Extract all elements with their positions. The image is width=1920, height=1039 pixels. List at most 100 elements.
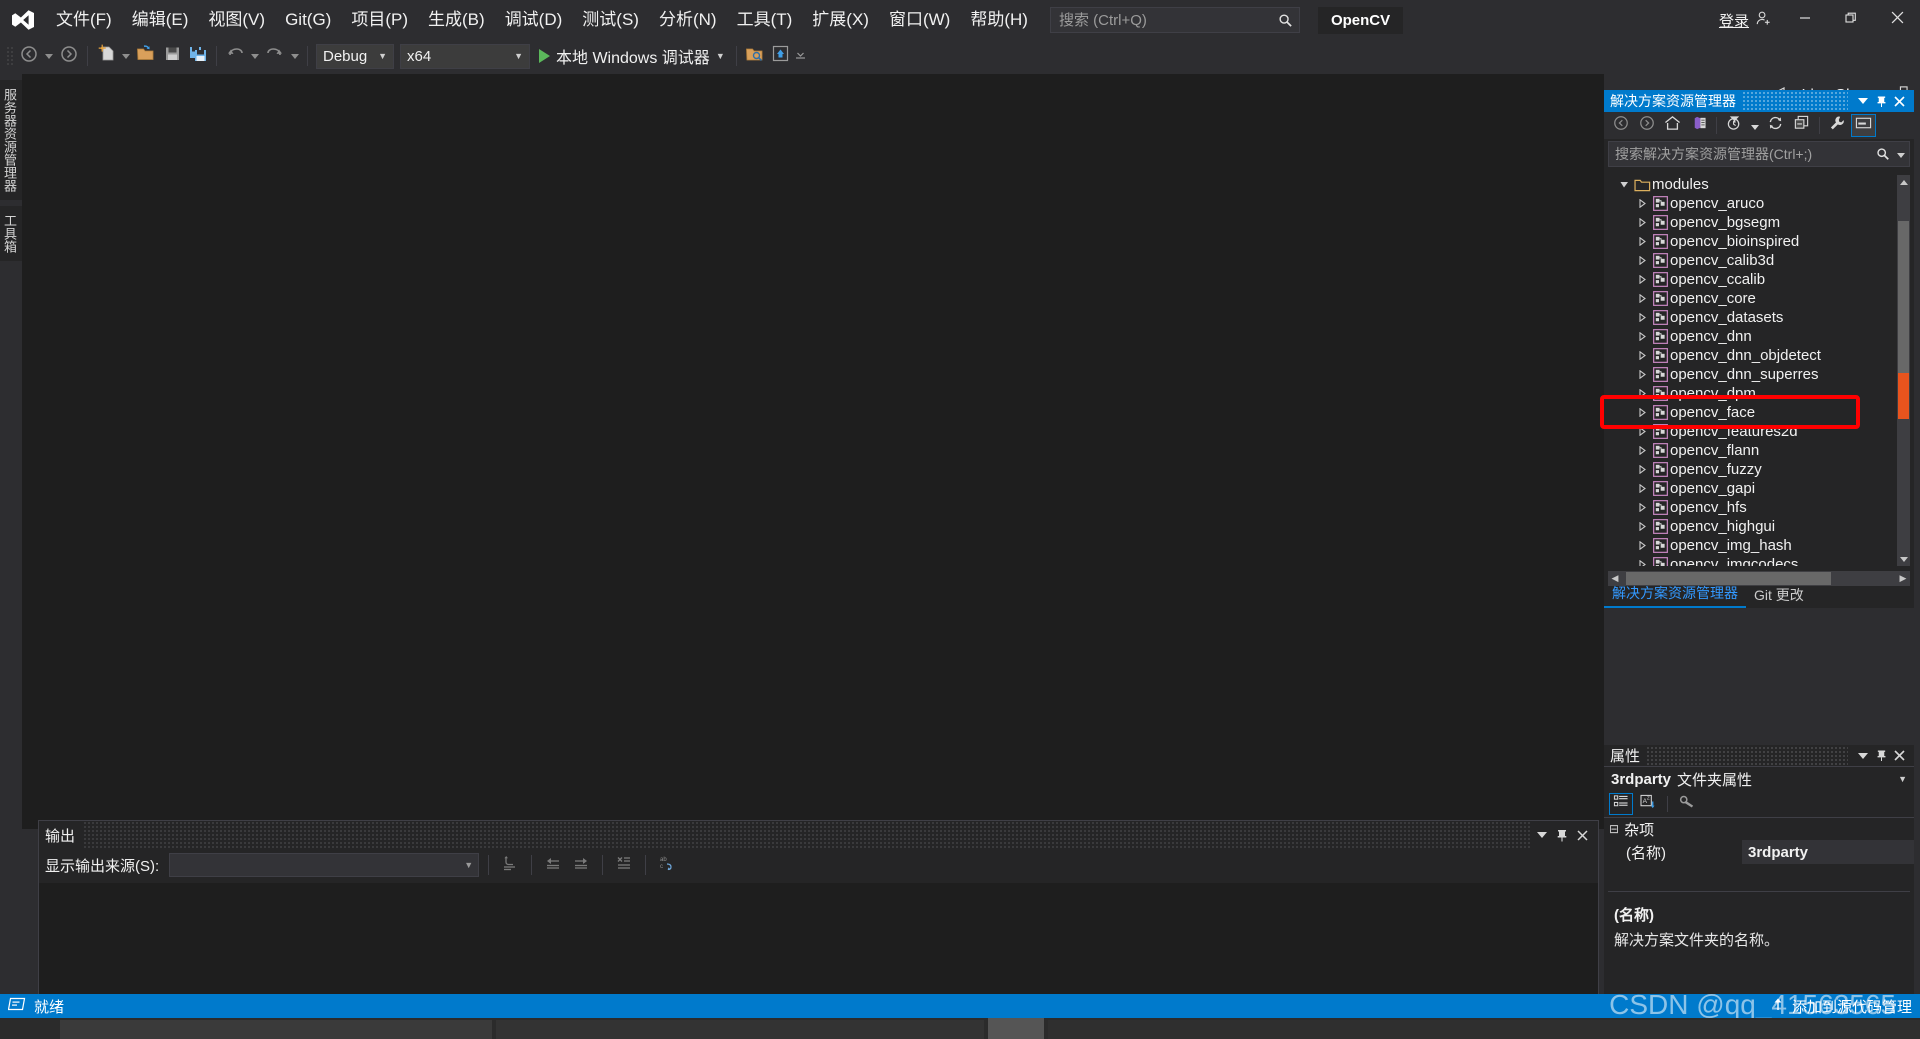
- tab-git-changes[interactable]: Git 更改: [1746, 583, 1812, 608]
- chevron-right-icon[interactable]: [1634, 484, 1650, 493]
- chevron-right-icon[interactable]: [1634, 560, 1650, 566]
- find-in-folder-button[interactable]: [742, 43, 768, 69]
- tree-item-opencv_img_hash[interactable]: opencv_img_hash: [1608, 536, 1910, 555]
- tree-item-opencv_datasets[interactable]: opencv_datasets: [1608, 308, 1910, 327]
- property-pages-button[interactable]: [1675, 793, 1699, 815]
- chevron-right-icon[interactable]: [1634, 541, 1650, 550]
- navigate-back-dropdown[interactable]: [42, 43, 56, 69]
- solution-platform-combo[interactable]: x64 ▼: [400, 43, 530, 69]
- solution-explorer-search[interactable]: [1608, 141, 1910, 167]
- maximize-button[interactable]: [1828, 0, 1874, 40]
- tree-item-opencv_dnn_objdetect[interactable]: opencv_dnn_objdetect: [1608, 346, 1910, 365]
- sidebar-item-server-explorer[interactable]: 服务器资源管理器: [0, 80, 22, 200]
- save-button[interactable]: [159, 43, 185, 69]
- pending-changes-filter-button[interactable]: [1722, 114, 1747, 137]
- sidebar-item-toolbox[interactable]: 工具箱: [0, 206, 22, 261]
- menu-extensions[interactable]: 扩展(X): [802, 0, 879, 40]
- chevron-right-icon[interactable]: [1634, 503, 1650, 512]
- project-name-chip[interactable]: OpenCV: [1317, 6, 1404, 34]
- menu-test[interactable]: 测试(S): [572, 0, 649, 40]
- minimize-button[interactable]: [1782, 0, 1828, 40]
- save-all-button[interactable]: [185, 43, 211, 69]
- properties-category-row[interactable]: ⊟ 杂项: [1604, 818, 1914, 840]
- chevron-right-icon[interactable]: [1634, 427, 1650, 436]
- tree-item-opencv_highgui[interactable]: opencv_highgui: [1608, 517, 1910, 536]
- tree-item-opencv_aruco[interactable]: opencv_aruco: [1608, 194, 1910, 213]
- tree-item-modules[interactable]: modules: [1608, 175, 1910, 194]
- menu-analyze[interactable]: 分析(N): [649, 0, 727, 40]
- tree-item-opencv_features2d[interactable]: opencv_features2d: [1608, 422, 1910, 441]
- open-file-button[interactable]: [133, 43, 159, 69]
- chevron-right-icon[interactable]: [1634, 522, 1650, 531]
- sign-in-button[interactable]: 登录: [1709, 0, 1782, 40]
- panel-drag-handle[interactable]: [1646, 744, 1848, 767]
- redo-button[interactable]: [262, 43, 288, 69]
- chevron-right-icon[interactable]: [1634, 313, 1650, 322]
- alphabetical-view-button[interactable]: AZ: [1636, 793, 1660, 815]
- chevron-right-icon[interactable]: [1634, 465, 1650, 474]
- tab-solution-explorer[interactable]: 解决方案资源管理器: [1604, 581, 1746, 608]
- tree-item-opencv_bgsegm[interactable]: opencv_bgsegm: [1608, 213, 1910, 232]
- tree-item-opencv_flann[interactable]: opencv_flann: [1608, 441, 1910, 460]
- previous-message-button[interactable]: [541, 853, 565, 877]
- menu-build[interactable]: 生成(B): [418, 0, 495, 40]
- menu-git[interactable]: Git(G): [275, 0, 341, 40]
- tree-vertical-scrollbar[interactable]: [1897, 175, 1910, 566]
- back-arrow-button[interactable]: [1608, 114, 1633, 137]
- chevron-right-icon[interactable]: [1634, 275, 1650, 284]
- tree-item-opencv_core[interactable]: opencv_core: [1608, 289, 1910, 308]
- output-source-select[interactable]: ▼: [169, 853, 480, 877]
- refresh-button[interactable]: [1763, 114, 1788, 137]
- chevron-right-icon[interactable]: [1634, 408, 1650, 417]
- new-item-dropdown[interactable]: [119, 43, 133, 69]
- menu-view[interactable]: 视图(V): [198, 0, 275, 40]
- chevron-right-icon[interactable]: [1634, 389, 1650, 398]
- menu-tools[interactable]: 工具(T): [727, 0, 803, 40]
- collapse-all-button[interactable]: [1789, 114, 1814, 137]
- tree-item-opencv_hfs[interactable]: opencv_hfs: [1608, 498, 1910, 517]
- search-options-button[interactable]: [1893, 145, 1909, 163]
- tree-item-opencv_ccalib[interactable]: opencv_ccalib: [1608, 270, 1910, 289]
- output-text-area[interactable]: [39, 883, 1598, 1004]
- properties-object-header[interactable]: 3rdparty 文件夹属性 ▼: [1604, 767, 1914, 791]
- go-to-message-button[interactable]: [498, 853, 522, 877]
- chevron-right-icon[interactable]: [1634, 237, 1650, 246]
- chevron-right-icon[interactable]: [1634, 446, 1650, 455]
- output-panel-pin-button[interactable]: [1552, 823, 1572, 847]
- solution-explorer-pin-button[interactable]: [1872, 90, 1890, 112]
- new-item-button[interactable]: [93, 43, 119, 69]
- clear-all-button[interactable]: [612, 853, 636, 877]
- preview-selected-items-button[interactable]: [1851, 114, 1876, 137]
- tree-item-opencv_face[interactable]: opencv_face: [1608, 403, 1910, 422]
- home-button[interactable]: [1660, 114, 1685, 137]
- navigate-forward-button[interactable]: [56, 43, 82, 69]
- categorized-view-button[interactable]: [1609, 793, 1633, 815]
- tree-scrollbar-thumb[interactable]: [1898, 221, 1909, 373]
- forward-arrow-button[interactable]: [1634, 114, 1659, 137]
- menu-edit[interactable]: 编辑(E): [122, 0, 199, 40]
- redo-dropdown[interactable]: [288, 43, 302, 69]
- close-button[interactable]: [1874, 0, 1920, 40]
- scroll-down-arrow-icon[interactable]: [1897, 552, 1910, 566]
- search-input[interactable]: [1050, 11, 1273, 29]
- panel-drag-handle[interactable]: [1742, 90, 1848, 112]
- scroll-up-arrow-icon[interactable]: [1897, 175, 1910, 189]
- chevron-right-icon[interactable]: [1634, 370, 1650, 379]
- solution-tree[interactable]: modules opencv_aruco opencv_bgsegm opencv_b…: [1608, 175, 1910, 566]
- designer-preview-button[interactable]: [768, 43, 794, 69]
- tree-item-opencv_fuzzy[interactable]: opencv_fuzzy: [1608, 460, 1910, 479]
- chevron-right-icon[interactable]: [1634, 218, 1650, 227]
- solution-configuration-combo[interactable]: Debug ▼: [316, 43, 394, 69]
- minus-box-icon[interactable]: ⊟: [1609, 822, 1619, 836]
- properties-row-name[interactable]: (名称) 3rdparty: [1604, 840, 1914, 864]
- undo-dropdown[interactable]: [248, 43, 262, 69]
- solution-explorer-menu-button[interactable]: [1854, 90, 1872, 112]
- chevron-down-icon[interactable]: [1616, 180, 1632, 189]
- scroll-right-arrow-icon[interactable]: ▶: [1896, 573, 1910, 584]
- solution-search-input[interactable]: [1609, 146, 1873, 162]
- chevron-right-icon[interactable]: [1634, 256, 1650, 265]
- quick-search[interactable]: [1049, 7, 1300, 33]
- panel-drag-handle[interactable]: [83, 821, 1532, 849]
- tree-item-opencv_calib3d[interactable]: opencv_calib3d: [1608, 251, 1910, 270]
- toolbar-grip[interactable]: [6, 46, 16, 66]
